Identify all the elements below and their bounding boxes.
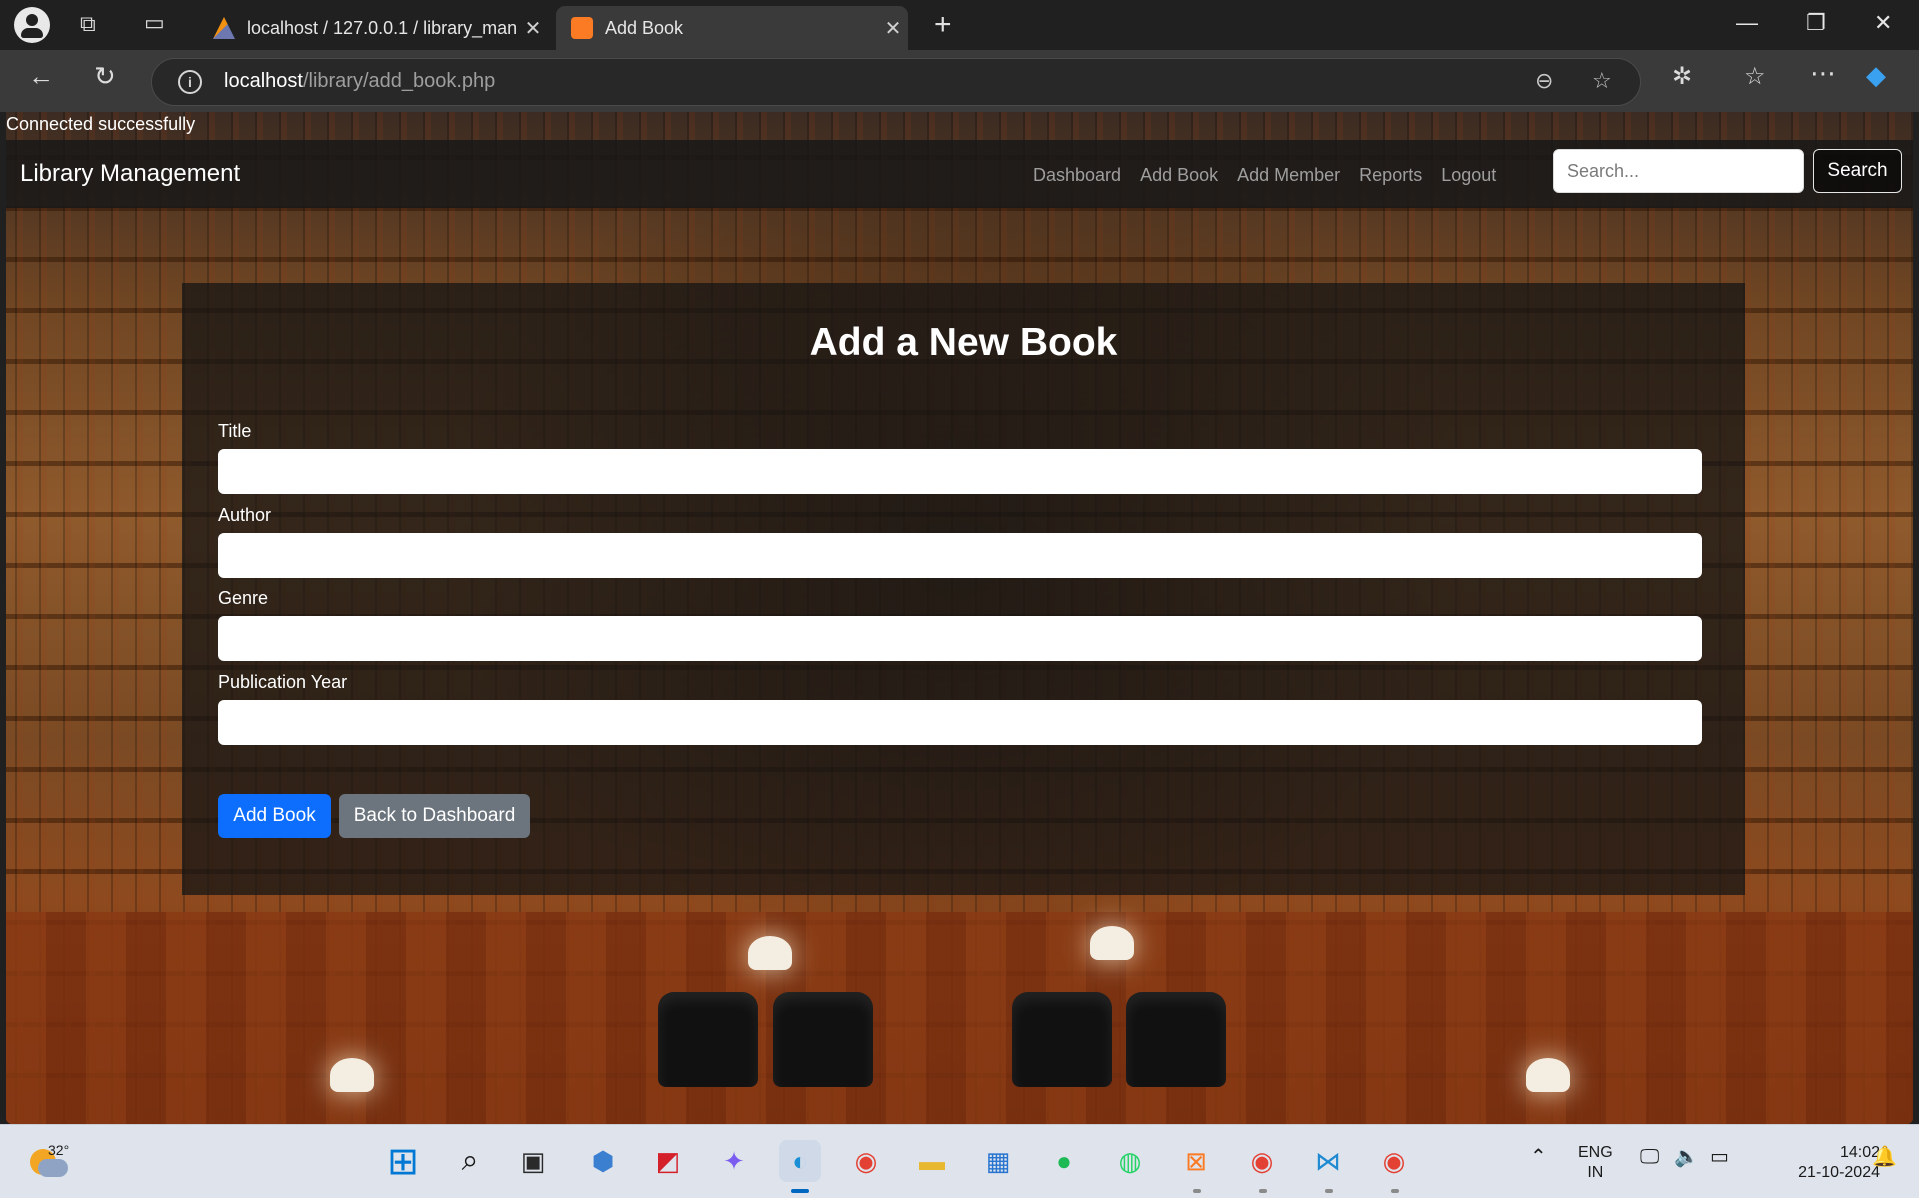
form-title: Add a New Book xyxy=(809,321,1118,364)
acrobat-icon[interactable]: ◩ xyxy=(647,1140,689,1182)
copilot-taskbar-icon[interactable]: ✦ xyxy=(713,1140,755,1182)
nav-link-dashboard[interactable]: Dashboard xyxy=(1033,165,1121,186)
background-chair xyxy=(1126,992,1226,1087)
zoom-out-icon[interactable]: ⊖ xyxy=(1535,68,1553,94)
network-icon[interactable]: 🖵 xyxy=(1640,1147,1659,1167)
search-button[interactable]: Search xyxy=(1813,149,1902,193)
store-icon[interactable]: ▦ xyxy=(977,1140,1019,1182)
edge-icon[interactable]: ◐ xyxy=(779,1140,821,1182)
tab-title: localhost / 127.0.0.1 / library_man xyxy=(247,17,518,38)
background-floor xyxy=(6,912,1913,1124)
background-chair xyxy=(658,992,758,1087)
chrome-icon[interactable]: ◉ xyxy=(845,1140,887,1182)
workspaces-icon[interactable]: ⧉ xyxy=(80,13,96,35)
task-view-icon[interactable]: ▣ xyxy=(512,1140,554,1182)
chrome-second-profile-icon[interactable]: ◉ xyxy=(1373,1140,1415,1182)
background-chair xyxy=(773,992,873,1087)
background-lamp xyxy=(1090,926,1134,960)
title-label: Title xyxy=(218,421,252,441)
notifications-icon[interactable]: 🔔 xyxy=(1872,1147,1897,1167)
add-book-form: Add a New Book Title Author Genre Public… xyxy=(182,283,1745,895)
author-label: Author xyxy=(218,505,272,525)
background-lamp xyxy=(748,936,792,970)
copilot-icon[interactable]: ◆ xyxy=(1866,60,1886,91)
tab-phpmyadmin[interactable]: localhost / 127.0.0.1 / library_man ✕ xyxy=(198,6,548,50)
running-app-indicator xyxy=(1325,1189,1333,1193)
search-icon[interactable]: ⌕ xyxy=(449,1140,491,1182)
close-window-icon[interactable]: ✕ xyxy=(1874,10,1892,36)
file-explorer-icon[interactable]: ▬ xyxy=(911,1140,953,1182)
nav-link-add-book[interactable]: Add Book xyxy=(1140,165,1218,186)
vertical-tabs-icon[interactable]: ▭ xyxy=(144,12,165,34)
battery-icon[interactable]: ▭ xyxy=(1710,1147,1729,1167)
restore-icon[interactable]: ❐ xyxy=(1806,10,1826,36)
url-text: localhost/library/add_book.php xyxy=(224,70,496,92)
brand-title[interactable]: Library Management xyxy=(20,160,240,188)
clock-time: 14:02 xyxy=(1839,1144,1880,1161)
browser-tab-bar: ⧉ ▭ localhost / 127.0.0.1 / library_man … xyxy=(0,0,1919,50)
more-menu-icon[interactable]: ⋯ xyxy=(1810,58,1836,89)
address-input[interactable]: i localhost/library/add_book.php ⊖ ☆ xyxy=(151,58,1641,106)
clock-date: 21-10-2024 xyxy=(1798,1164,1880,1181)
running-app-indicator xyxy=(1259,1189,1267,1193)
navbar: Library Management Dashboard Add Book Ad… xyxy=(6,140,1913,208)
start-icon[interactable]: ⊞ xyxy=(382,1140,424,1183)
search-input[interactable] xyxy=(1553,149,1804,193)
running-app-indicator xyxy=(1391,1189,1399,1193)
connection-status: Connected successfully xyxy=(6,114,196,134)
volume-icon[interactable]: 🔈 xyxy=(1674,1147,1699,1167)
publication-year-input[interactable] xyxy=(218,700,1702,745)
whatsapp-icon[interactable]: ◍ xyxy=(1109,1140,1151,1182)
background-chair xyxy=(1012,992,1112,1087)
language-code: ENG xyxy=(1578,1144,1613,1161)
language-indicator[interactable]: ENG IN xyxy=(1578,1143,1613,1183)
extensions-icon[interactable]: ✲ xyxy=(1672,62,1692,91)
nav-link-add-member[interactable]: Add Member xyxy=(1237,165,1340,186)
tab-add-book[interactable]: Add Book ✕ xyxy=(556,6,908,50)
vscode-icon[interactable]: ⋈ xyxy=(1307,1140,1349,1182)
back-to-dashboard-button[interactable]: Back to Dashboard xyxy=(339,794,530,838)
publication-year-label: Publication Year xyxy=(218,672,348,692)
weather-temperature: 32° xyxy=(48,1142,70,1158)
title-input[interactable] xyxy=(218,449,1702,494)
site-info-icon[interactable]: i xyxy=(178,70,202,94)
spotify-icon[interactable]: ● xyxy=(1043,1140,1085,1182)
chrome-profile-icon[interactable]: ◉ xyxy=(1241,1140,1283,1182)
xampp-favicon-icon xyxy=(571,17,593,39)
xampp-icon[interactable]: ⊠ xyxy=(1175,1140,1217,1182)
genre-input[interactable] xyxy=(218,616,1702,661)
minimize-icon[interactable]: — xyxy=(1736,10,1758,36)
reload-icon[interactable]: ↻ xyxy=(94,61,116,92)
author-input[interactable] xyxy=(218,533,1702,578)
phpmyadmin-favicon-icon xyxy=(213,17,235,39)
region-code: IN xyxy=(1587,1164,1604,1181)
show-hidden-icons-icon[interactable]: ⌃ xyxy=(1530,1147,1547,1167)
profile-avatar-icon[interactable] xyxy=(14,7,50,43)
add-book-button[interactable]: Add Book xyxy=(218,794,331,838)
nav-link-reports[interactable]: Reports xyxy=(1359,165,1422,186)
running-app-indicator xyxy=(1193,1189,1201,1193)
favorite-star-icon[interactable]: ☆ xyxy=(1592,68,1612,94)
favorites-icon[interactable]: ☆ xyxy=(1744,62,1766,91)
nav-links: Dashboard Add Book Add Member Reports Lo… xyxy=(1033,165,1496,186)
genre-label: Genre xyxy=(218,588,269,608)
page-viewport: Connected successfully Library Managemen… xyxy=(6,112,1913,1124)
background-lamp xyxy=(330,1058,374,1092)
close-tab-icon[interactable]: ✕ xyxy=(878,16,908,41)
clock[interactable]: 14:02 21-10-2024 xyxy=(1760,1143,1880,1183)
windows-taskbar: 32° ⊞ ⌕ ▣ ⬢ ◩ ✦ ◐ ◉ ▬ ▦ ● ◍ ⊠ ◉ ⋈ ◉ ⌃ EN… xyxy=(0,1124,1919,1198)
active-app-indicator xyxy=(791,1189,809,1193)
tab-title: Add Book xyxy=(605,17,684,38)
background-lamp xyxy=(1526,1058,1570,1092)
close-tab-icon[interactable]: ✕ xyxy=(518,16,548,41)
cube-app-icon[interactable]: ⬢ xyxy=(582,1140,624,1182)
back-arrow-icon[interactable]: ← xyxy=(28,61,54,92)
nav-link-logout[interactable]: Logout xyxy=(1441,165,1496,186)
new-tab-icon[interactable]: + xyxy=(934,8,952,42)
